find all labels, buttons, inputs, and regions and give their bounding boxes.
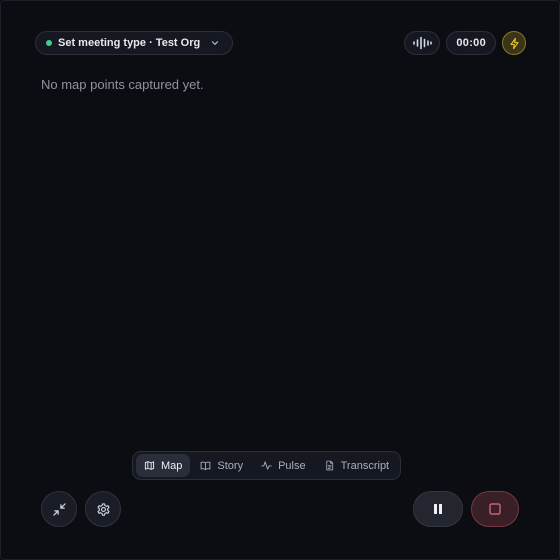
header-controls: 00:00 [404,31,526,55]
minimize-button[interactable] [41,491,77,527]
stop-icon [489,503,501,515]
tab-label: Pulse [278,459,306,472]
chevron-down-icon [210,38,220,48]
gear-icon [97,502,109,516]
tab-label: Transcript [340,459,390,472]
tab-story[interactable]: Story [192,454,251,477]
empty-state-message: No map points captured yet. [41,77,204,92]
book-icon [201,461,211,471]
map-icon [144,461,155,470]
tab-transcript[interactable]: Transcript [316,454,398,477]
stop-button[interactable] [471,491,519,527]
tab-pulse[interactable]: Pulse [253,454,314,477]
minimize-icon [52,502,66,516]
status-dot [46,40,52,46]
lightning-bolt-icon [509,37,519,49]
audio-wave-icon [413,36,433,50]
timer: 00:00 [446,31,496,55]
pause-button[interactable] [413,491,463,527]
tab-label: Story [217,459,244,472]
app-window: Set meeting type · Test Org 00:00 No map… [0,0,560,560]
meeting-type-selector[interactable]: Set meeting type · Test Org [35,31,234,55]
quick-action-button[interactable] [502,31,526,55]
tab-label: Map [161,459,183,472]
pause-icon [434,504,442,514]
audio-level-button[interactable] [404,31,441,55]
pulse-icon [261,461,272,470]
tab-map[interactable]: Map [136,454,191,477]
settings-button[interactable] [85,491,121,527]
document-icon [325,460,333,471]
meeting-type-label: Set meeting type · Test Org [58,37,201,49]
view-tabs: Map Story Pulse Transcript [132,451,402,480]
